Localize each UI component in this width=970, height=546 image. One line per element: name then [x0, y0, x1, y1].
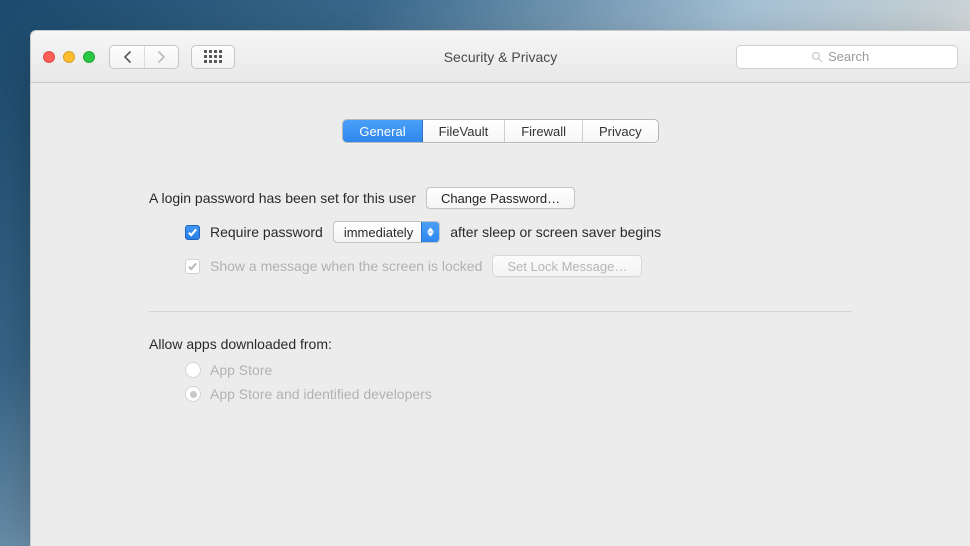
password-set-text: A login password has been set for this u…: [149, 190, 416, 206]
content-area: General FileVault Firewall Privacy A log…: [31, 83, 970, 546]
grid-icon: [204, 50, 222, 63]
chevron-right-icon: [157, 51, 166, 63]
tab-firewall[interactable]: Firewall: [504, 120, 582, 142]
require-password-checkbox[interactable]: [185, 225, 200, 240]
change-password-button[interactable]: Change Password…: [426, 187, 575, 209]
show-message-checkbox[interactable]: [185, 259, 200, 274]
close-window-button[interactable]: [43, 51, 55, 63]
checkmark-icon: [187, 261, 198, 272]
search-icon: [811, 51, 823, 63]
after-sleep-text: after sleep or screen saver begins: [450, 224, 661, 240]
forward-button[interactable]: [144, 46, 178, 68]
tab-general[interactable]: General: [343, 120, 421, 142]
minimize-window-button[interactable]: [63, 51, 75, 63]
radio-identified-developers[interactable]: [185, 386, 201, 402]
chevron-left-icon: [123, 51, 132, 63]
tab-privacy[interactable]: Privacy: [582, 120, 658, 142]
radio-app-store-label: App Store: [210, 362, 272, 378]
search-input[interactable]: [828, 49, 883, 64]
preferences-window: Security & Privacy General FileVault Fir…: [30, 30, 970, 546]
search-field[interactable]: [736, 45, 958, 69]
set-lock-message-button: Set Lock Message…: [492, 255, 642, 277]
allow-apps-title: Allow apps downloaded from:: [149, 336, 852, 352]
show-all-button[interactable]: [191, 45, 235, 69]
checkmark-icon: [187, 227, 198, 238]
window-controls: [43, 51, 95, 63]
zoom-window-button[interactable]: [83, 51, 95, 63]
select-arrows-icon: [421, 222, 439, 242]
radio-app-store[interactable]: [185, 362, 201, 378]
tab-bar: General FileVault Firewall Privacy: [31, 83, 970, 163]
radio-identified-label: App Store and identified developers: [210, 386, 432, 402]
show-message-label: Show a message when the screen is locked: [210, 258, 482, 274]
tab-filevault[interactable]: FileVault: [422, 120, 505, 142]
divider: [149, 311, 852, 312]
general-panel: A login password has been set for this u…: [39, 163, 962, 450]
password-delay-value: immediately: [334, 225, 421, 240]
titlebar: Security & Privacy: [31, 31, 970, 83]
nav-back-forward: [109, 45, 179, 69]
require-password-label: Require password: [210, 224, 323, 240]
password-delay-select[interactable]: immediately: [333, 221, 440, 243]
back-button[interactable]: [110, 46, 144, 68]
